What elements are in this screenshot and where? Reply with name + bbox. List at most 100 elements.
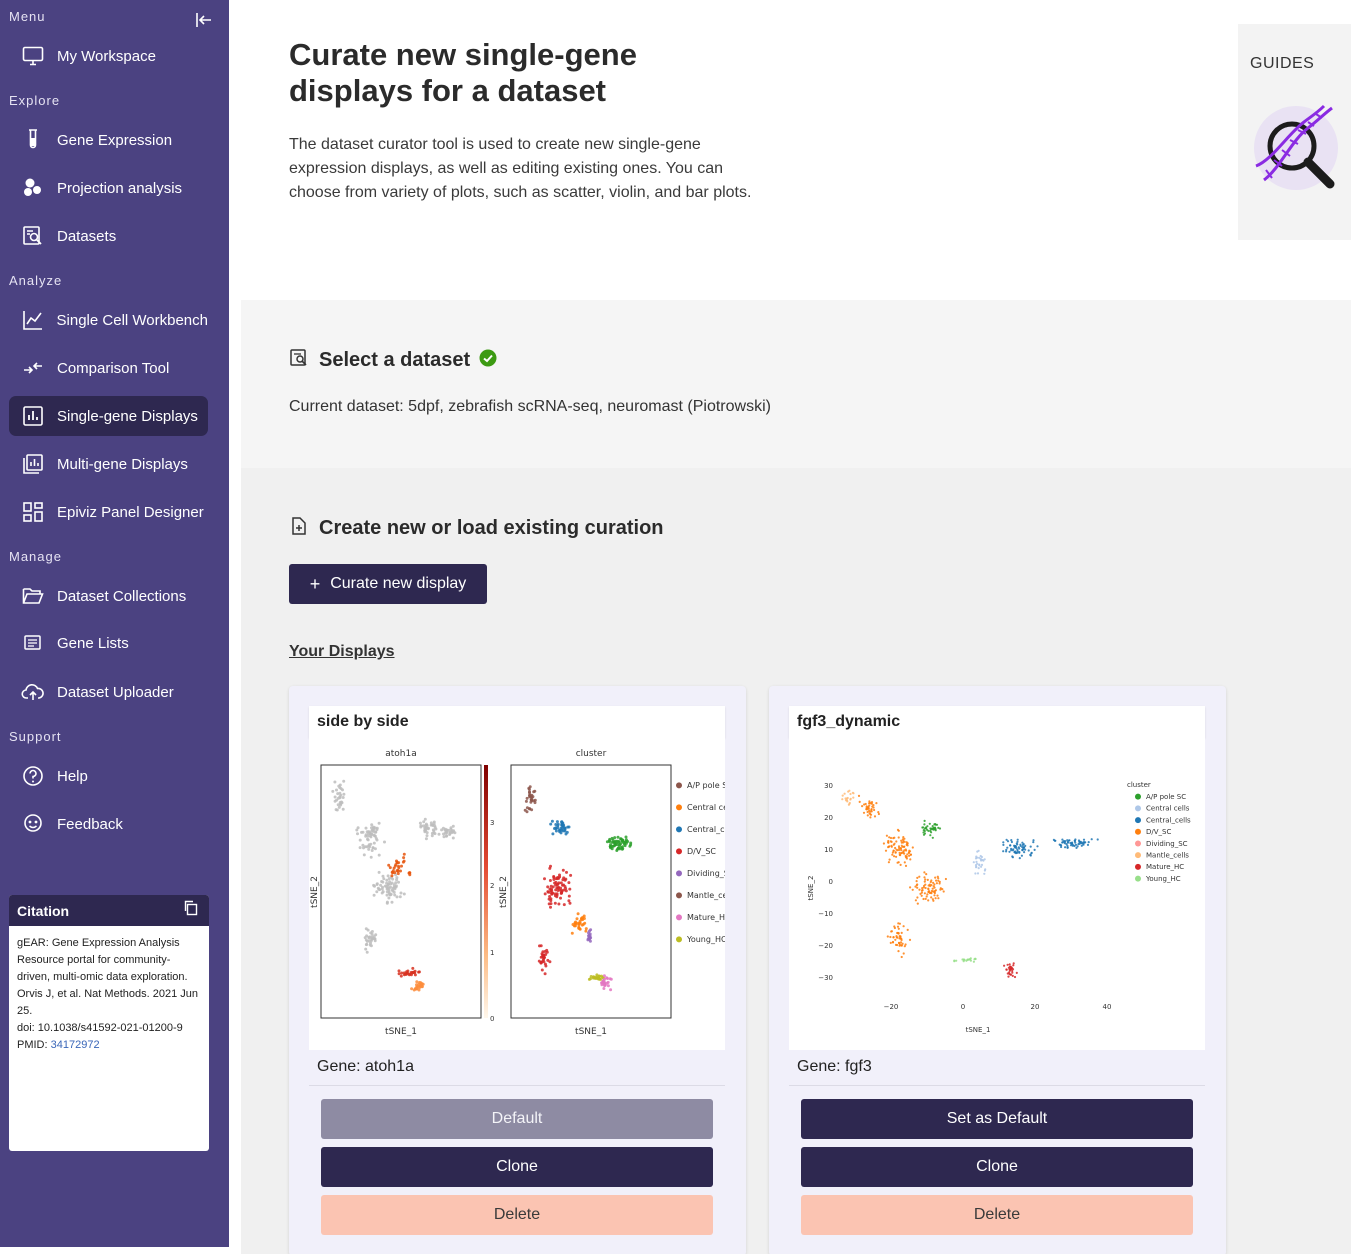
sidebar-item-gene-lists[interactable]: Gene Lists (9, 623, 208, 663)
scatter-point (400, 864, 403, 868)
scatter-point (1014, 845, 1017, 848)
scatter-point (925, 873, 928, 876)
scatter-point (544, 964, 548, 968)
sidebar-item-epiviz-panel-designer[interactable]: Epiviz Panel Designer (9, 492, 208, 532)
scatter-point (1016, 843, 1019, 846)
scatter-point (442, 832, 445, 836)
scatter-point (1036, 845, 1039, 848)
scatter-point (581, 922, 585, 926)
scatter-point (559, 826, 563, 830)
sidebar-item-dataset-collections[interactable]: Dataset Collections (9, 576, 208, 616)
copy-icon[interactable] (183, 900, 199, 921)
scatter-point (609, 977, 613, 981)
scatter-point (568, 901, 572, 905)
scatter-point (524, 799, 528, 803)
clone-button[interactable]: Clone (801, 1147, 1193, 1187)
scatter-point (941, 888, 944, 891)
delete-button[interactable]: Delete (801, 1195, 1193, 1235)
scatter-point (930, 896, 933, 899)
scatter-point (394, 885, 398, 889)
scatter-point (936, 894, 939, 897)
sidebar-item-gene-expression[interactable]: Gene Expression (9, 120, 208, 160)
sidebar-item-my-workspace[interactable]: My Workspace (9, 36, 208, 76)
sidebar-item-help[interactable]: Help (9, 756, 208, 796)
delete-button[interactable]: Delete (321, 1195, 713, 1235)
sidebar-item-label: Gene Expression (57, 131, 173, 149)
scatter-point (395, 895, 399, 899)
scatter-point (898, 853, 901, 856)
scatter-point (1027, 849, 1030, 852)
scatter-point (561, 868, 565, 872)
scatter-point (980, 863, 984, 866)
collapse-sidebar-icon[interactable] (193, 9, 215, 31)
scatter-point (889, 941, 892, 944)
scatter-point (906, 844, 909, 847)
scatter-point (1086, 843, 1090, 846)
scatter-point (895, 848, 898, 851)
scatter-point (1002, 850, 1005, 853)
guides-panel[interactable]: GUIDES (1238, 24, 1351, 240)
x-tick: 20 (1031, 1003, 1040, 1011)
left-legend: A/P pole SC Central cells Central_cells D/V… (676, 781, 738, 944)
sidebar-item-comparison-tool[interactable]: Comparison Tool (9, 348, 208, 388)
scatter-point (1030, 852, 1033, 855)
scatter-point (975, 860, 978, 863)
scatter-point (423, 830, 427, 834)
display-plot-preview[interactable]: 30 20 10 0 −10 −20 −30 −20 0 20 40 tSNE_… (789, 738, 1205, 1050)
scatter-point (552, 875, 556, 879)
scatter-point (413, 973, 417, 977)
scatter-point (333, 799, 337, 803)
scatter-point (1064, 846, 1067, 849)
scatter-point (1018, 857, 1021, 860)
scatter-point (925, 895, 928, 898)
scatter-point (333, 795, 337, 799)
legend-label: Young_HC (686, 935, 725, 944)
sidebar-item-multi-gene-displays[interactable]: Multi-gene Displays (9, 444, 208, 484)
scatter-point (619, 842, 623, 846)
scatter-point (387, 896, 391, 900)
scatter-point (548, 866, 552, 870)
scatter-point (843, 792, 846, 795)
sidebar-item-feedback[interactable]: Feedback (9, 804, 208, 844)
sidebar-item-dataset-uploader[interactable]: Dataset Uploader (9, 672, 208, 712)
scatter-point (342, 792, 346, 796)
scatter-point (873, 815, 877, 818)
sidebar-item-label: Gene Lists (57, 634, 129, 652)
sidebar-item-projection-analysis[interactable]: Projection analysis (9, 168, 208, 208)
scatter-point (937, 879, 940, 882)
colorbar (484, 765, 488, 1018)
display-plot-preview[interactable]: atoh1a cluster 3 2 1 0 tSNE_1 tSNE_1 tSN… (309, 738, 738, 1050)
default-button[interactable]: Default (321, 1099, 713, 1139)
scatter-point (933, 894, 936, 897)
sidebar-item-datasets[interactable]: Datasets (9, 216, 208, 256)
scatter-point (904, 864, 908, 867)
scatter-point (380, 887, 384, 891)
scatter-point (397, 972, 401, 976)
main-content: Curate new single-gene displays for a da… (241, 0, 1351, 1254)
scatter-point (864, 802, 867, 806)
pmid-link[interactable]: 34172972 (51, 1039, 100, 1051)
set-as-default-button[interactable]: Set as Default (801, 1099, 1193, 1139)
sidebar-item-single-cell-workbench[interactable]: Single Cell Workbench (9, 300, 208, 340)
dataset-search-icon (21, 224, 45, 248)
scatter-point (337, 805, 341, 809)
scatter-point (898, 848, 901, 851)
scatter-point (942, 890, 945, 893)
scatter-point (339, 802, 343, 806)
scatter-point (389, 892, 393, 896)
scatter-point (920, 894, 923, 897)
display-card: side by side atoh1a cluster 3 2 1 0 tSNE… (289, 686, 746, 1254)
scatter-point (1009, 844, 1012, 847)
scatter-point (608, 844, 612, 848)
clone-button[interactable]: Clone (321, 1147, 713, 1187)
scatter-point (431, 824, 435, 827)
legend-label: A/P pole SC (687, 781, 725, 790)
sidebar-item-single-gene-displays[interactable]: Single-gene Displays (9, 396, 208, 436)
grid-layout-icon (21, 500, 45, 524)
scatter-point (1066, 841, 1070, 844)
your-displays-link[interactable]: Your Displays (289, 643, 395, 661)
scatter-point (385, 885, 388, 889)
scatter-point (884, 849, 888, 852)
sidebar: Menu My Workspace Explore Gene Expressio… (0, 0, 229, 1247)
curate-new-display-button[interactable]: + Curate new display (289, 564, 487, 604)
